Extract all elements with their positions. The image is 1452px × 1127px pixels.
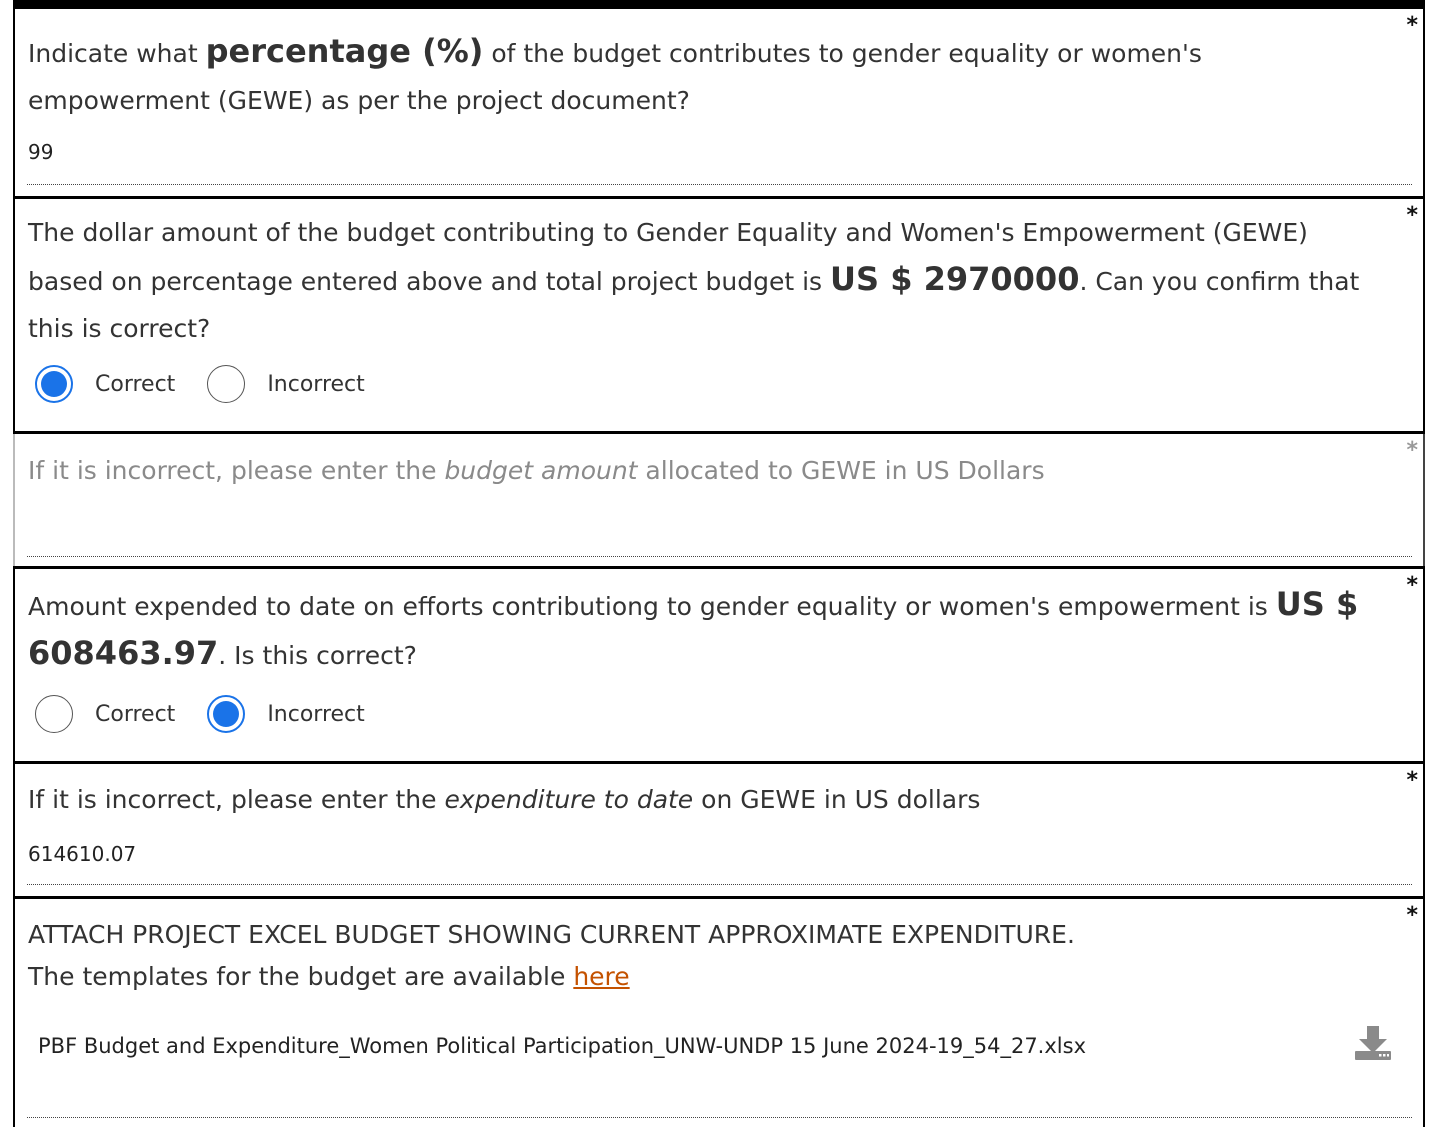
question-expended-confirm: * Amount expended to date on efforts con… bbox=[13, 569, 1425, 762]
radio-label[interactable]: Correct bbox=[95, 702, 175, 727]
download-icon[interactable] bbox=[1353, 1023, 1393, 1063]
radio-label[interactable]: Incorrect bbox=[267, 372, 364, 397]
radio-group: Correct Incorrect bbox=[35, 695, 397, 733]
radio-correct[interactable] bbox=[35, 695, 73, 733]
question-expenditure-to-date: * If it is incorrect, please enter the e… bbox=[13, 764, 1425, 896]
radio-label[interactable]: Correct bbox=[95, 372, 175, 397]
required-marker: * bbox=[1406, 203, 1418, 228]
required-marker: * bbox=[1406, 903, 1418, 928]
required-marker: * bbox=[1406, 573, 1418, 598]
answer-underline bbox=[27, 884, 1412, 885]
form-top-border bbox=[13, 0, 1425, 9]
question-text: The dollar amount of the budget contribu… bbox=[28, 218, 1360, 343]
question-text: Indicate what percentage (%) of the budg… bbox=[28, 32, 1202, 115]
radio-group: Correct Incorrect bbox=[35, 365, 397, 403]
question-attach-budget: * ATTACH PROJECT EXCEL BUDGET SHOWING CU… bbox=[13, 899, 1425, 1127]
answer-underline bbox=[27, 1117, 1412, 1118]
expenditure-answer[interactable]: 614610.07 bbox=[28, 841, 136, 867]
radio-incorrect[interactable] bbox=[207, 695, 246, 733]
question-gewe-amount-confirm: * The dollar amount of the budget contri… bbox=[13, 199, 1425, 432]
required-marker: * bbox=[1406, 768, 1418, 793]
question-text: If it is incorrect, please enter the exp… bbox=[28, 785, 981, 814]
required-marker: * bbox=[1406, 438, 1418, 463]
radio-incorrect[interactable] bbox=[207, 365, 246, 403]
answer-underline bbox=[27, 556, 1412, 557]
percentage-answer[interactable]: 99 bbox=[28, 139, 53, 165]
templates-link[interactable]: here bbox=[573, 962, 629, 991]
required-marker: * bbox=[1406, 13, 1418, 38]
answer-underline bbox=[27, 184, 1412, 185]
question-text: ATTACH PROJECT EXCEL BUDGET SHOWING CURR… bbox=[28, 920, 1075, 991]
question-budget-amount: * If it is incorrect, please enter the b… bbox=[13, 434, 1425, 567]
question-gewe-percentage: * Indicate what percentage (%) of the bu… bbox=[13, 9, 1425, 197]
question-text: If it is incorrect, please enter the bud… bbox=[28, 456, 1045, 485]
radio-label[interactable]: Incorrect bbox=[267, 702, 364, 727]
radio-correct[interactable] bbox=[35, 365, 73, 403]
attached-file-name[interactable]: PBF Budget and Expenditure_Women Politic… bbox=[38, 1034, 1086, 1058]
question-text: Amount expended to date on efforts contr… bbox=[28, 585, 1359, 672]
